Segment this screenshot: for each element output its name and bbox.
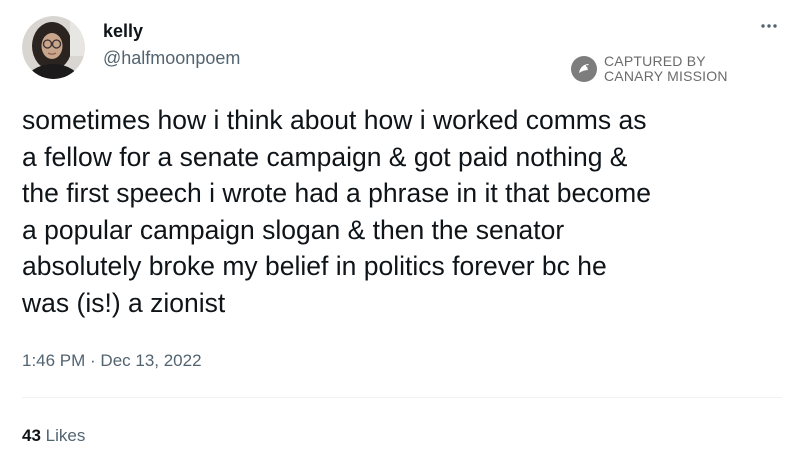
author-handle[interactable]: @halfmoonpoem bbox=[103, 47, 240, 69]
canary-mission-logo-icon bbox=[571, 56, 597, 82]
likes-label: Likes bbox=[45, 426, 86, 445]
likes-count: 43 bbox=[22, 426, 41, 445]
more-options-icon bbox=[761, 24, 777, 28]
author-display-name[interactable]: kelly bbox=[103, 20, 143, 42]
avatar[interactable] bbox=[22, 16, 85, 79]
meta-separator: · bbox=[85, 351, 101, 370]
avatar-image bbox=[22, 16, 85, 79]
divider bbox=[22, 397, 782, 398]
tweet-timestamp[interactable]: 1:46 PM · Dec 13, 2022 bbox=[22, 350, 202, 372]
watermark-text: CAPTURED BY CANARY MISSION bbox=[604, 54, 728, 84]
tweet-text: sometimes how i think about how i worked… bbox=[22, 105, 651, 318]
watermark-line-2: CANARY MISSION bbox=[604, 68, 728, 84]
tweet-time[interactable]: 1:46 PM bbox=[22, 351, 85, 370]
likes-stat[interactable]: 43 Likes bbox=[22, 425, 85, 447]
more-options-button[interactable] bbox=[756, 18, 782, 34]
canary-mission-watermark: CAPTURED BY CANARY MISSION bbox=[570, 52, 728, 86]
watermark-line-1: CAPTURED BY bbox=[604, 53, 706, 69]
tweet-date[interactable]: Dec 13, 2022 bbox=[100, 351, 201, 370]
